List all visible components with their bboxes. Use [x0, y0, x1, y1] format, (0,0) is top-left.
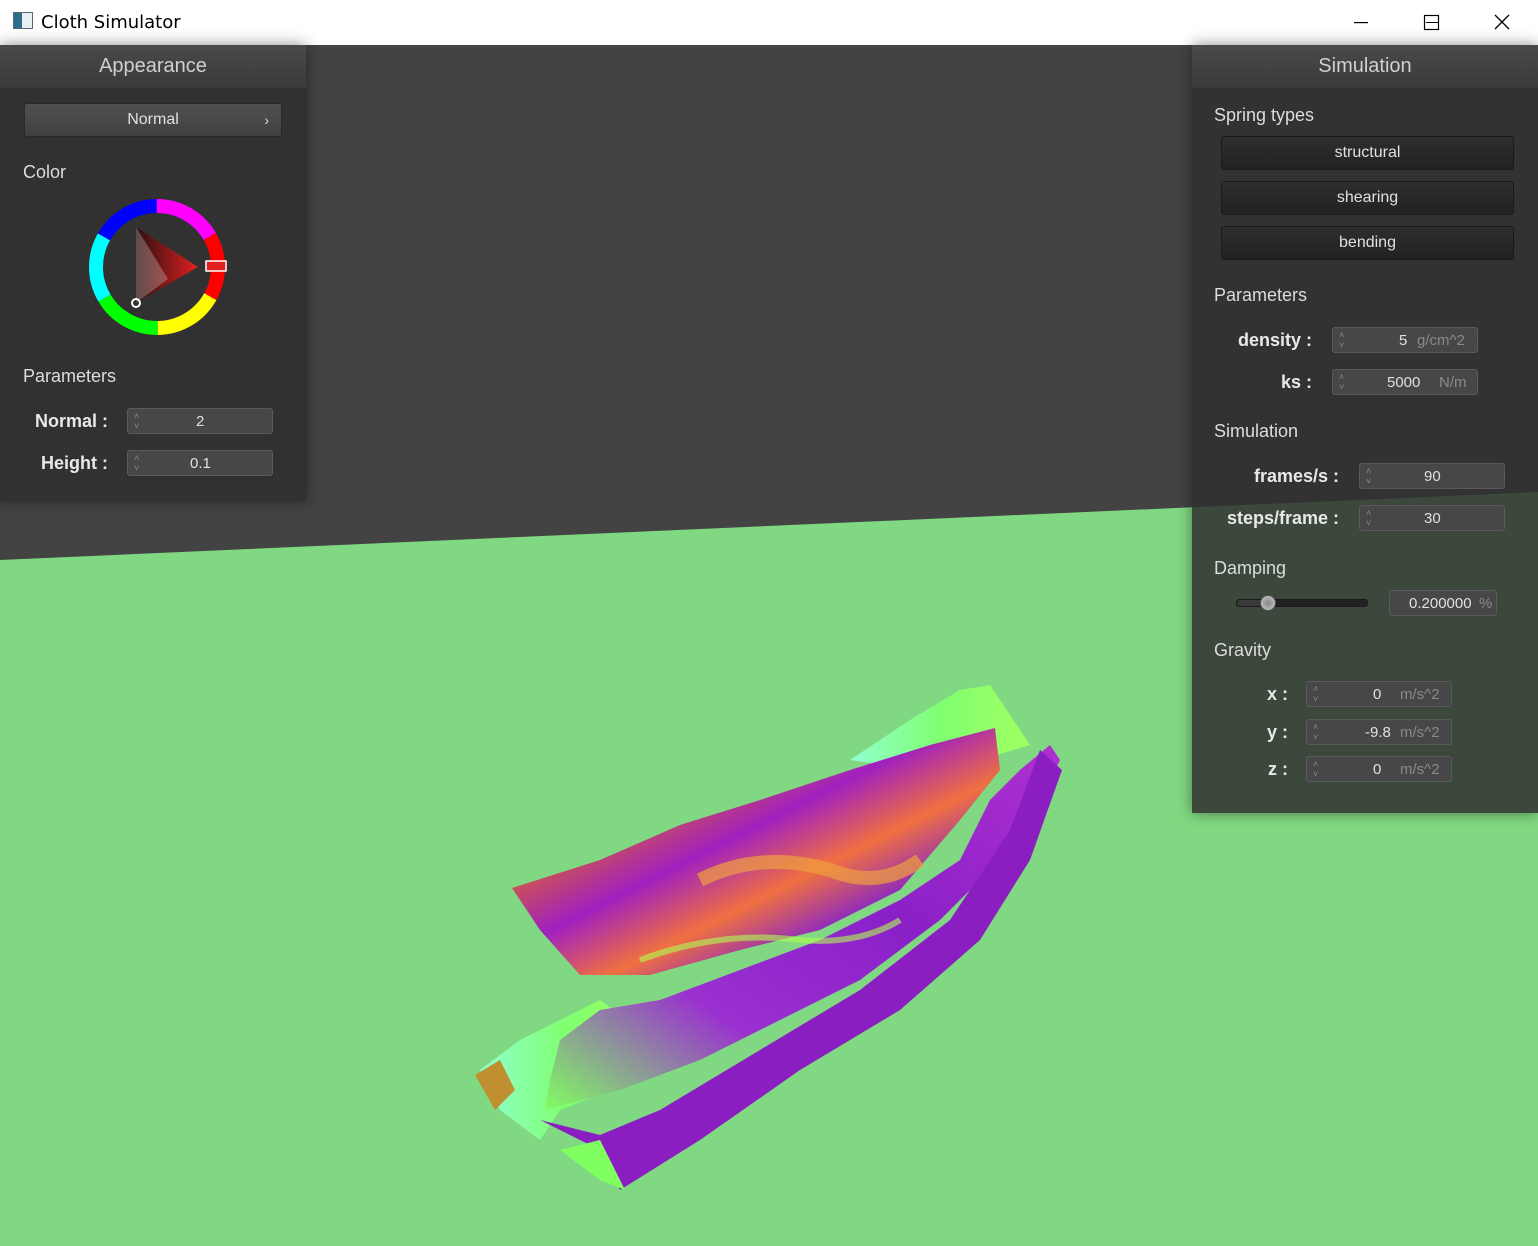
- damping-unit: %: [1479, 595, 1493, 612]
- spring-types-label: Spring types: [1214, 105, 1315, 125]
- window-controls: [1354, 14, 1510, 31]
- shader-dropdown[interactable]: Normal ›: [24, 103, 282, 137]
- gravity-label: Gravity: [1214, 640, 1272, 660]
- steps-spinbox[interactable]: ˄ ˅ 30: [1359, 505, 1505, 531]
- shader-dropdown-value: Normal: [127, 111, 179, 128]
- damping-slider-knob[interactable]: [1260, 595, 1277, 611]
- damping-value: 0.200000: [1409, 595, 1472, 612]
- steps-value: 30: [1424, 510, 1441, 527]
- normal-value: 2: [196, 413, 205, 430]
- spin-arrows-icon[interactable]: ˄ ˅: [1366, 466, 1371, 486]
- spin-arrows-icon[interactable]: ˄ ˅: [1313, 722, 1318, 742]
- frames-spinbox[interactable]: ˄ ˅ 90: [1359, 463, 1505, 489]
- sim-parameters-label: Parameters: [1214, 285, 1308, 305]
- density-value: 5: [1399, 332, 1408, 349]
- bending-toggle[interactable]: bending: [1221, 226, 1514, 260]
- gravity-x-label: x :: [1266, 684, 1288, 704]
- spin-arrows-icon[interactable]: ˄ ˅: [1366, 508, 1371, 528]
- damping-label: Damping: [1214, 558, 1287, 578]
- gravity-y-unit: m/s^2: [1400, 724, 1440, 741]
- gravity-y-spinbox[interactable]: ˄ ˅ -9.8 m/s^2: [1306, 719, 1452, 745]
- gravity-z-value: 0: [1373, 761, 1382, 778]
- spin-arrows-icon[interactable]: ˄ ˅: [134, 411, 139, 431]
- appearance-panel: Appearance Normal › Color Parameters Nor…: [0, 45, 306, 501]
- density-label: density :: [1237, 330, 1312, 350]
- simulation-panel-title[interactable]: Simulation: [1192, 45, 1538, 88]
- gravity-z-spinbox[interactable]: ˄ ˅ 0 m/s^2: [1306, 756, 1452, 782]
- damping-value-box[interactable]: 0.200000 %: [1389, 590, 1497, 616]
- spin-arrows-icon[interactable]: ˄ ˅: [1313, 759, 1318, 779]
- spin-arrows-icon[interactable]: ˄ ˅: [134, 453, 139, 473]
- frames-value: 90: [1424, 468, 1441, 485]
- chevron-right-icon: ›: [264, 112, 269, 128]
- steps-label: steps/frame :: [1226, 508, 1339, 528]
- gravity-x-value: 0: [1373, 686, 1382, 703]
- gravity-x-spinbox[interactable]: ˄ ˅ 0 m/s^2: [1306, 681, 1452, 707]
- gravity-z-unit: m/s^2: [1400, 761, 1440, 778]
- gravity-y-label: y :: [1266, 722, 1288, 742]
- color-wheel[interactable]: [88, 199, 228, 339]
- shearing-toggle[interactable]: shearing: [1221, 181, 1514, 215]
- ks-spinbox[interactable]: ˄ ˅ 5000 N/m: [1332, 369, 1478, 395]
- structural-toggle[interactable]: structural: [1221, 136, 1514, 170]
- normal-label: Normal :: [34, 411, 108, 431]
- gravity-x-unit: m/s^2: [1400, 686, 1440, 703]
- close-button[interactable]: [1470, 0, 1538, 45]
- hue-handle: [205, 260, 227, 272]
- height-spinbox[interactable]: ˄ ˅ 0.1: [127, 450, 273, 476]
- gravity-z-label: z :: [1268, 759, 1288, 779]
- damping-slider[interactable]: [1236, 595, 1368, 611]
- appearance-parameters-label: Parameters: [23, 366, 117, 386]
- simulation-panel: Simulation Spring types structural shear…: [1192, 45, 1538, 813]
- ks-unit: N/m: [1439, 374, 1467, 391]
- ks-label: ks :: [1280, 372, 1312, 392]
- minimize-icon: [1354, 22, 1368, 24]
- spin-arrows-icon[interactable]: ˄ ˅: [1313, 684, 1318, 704]
- simulation-section-label: Simulation: [1214, 421, 1299, 441]
- appearance-panel-title[interactable]: Appearance: [0, 45, 306, 88]
- gravity-y-value: -9.8: [1365, 724, 1391, 741]
- height-value: 0.1: [190, 455, 211, 472]
- spin-arrows-icon[interactable]: ˄ ˅: [1339, 372, 1344, 392]
- normal-spinbox[interactable]: ˄ ˅ 2: [127, 408, 273, 434]
- spin-arrows-icon[interactable]: ˄ ˅: [1339, 330, 1344, 350]
- density-unit: g/cm^2: [1417, 332, 1465, 349]
- density-spinbox[interactable]: ˄ ˅ 5 g/cm^2: [1332, 327, 1478, 353]
- height-label: Height :: [41, 453, 108, 473]
- maximize-button[interactable]: [1410, 0, 1455, 45]
- color-section-label: Color: [23, 162, 67, 182]
- frames-label: frames/s :: [1253, 466, 1339, 486]
- ks-value: 5000: [1387, 374, 1421, 391]
